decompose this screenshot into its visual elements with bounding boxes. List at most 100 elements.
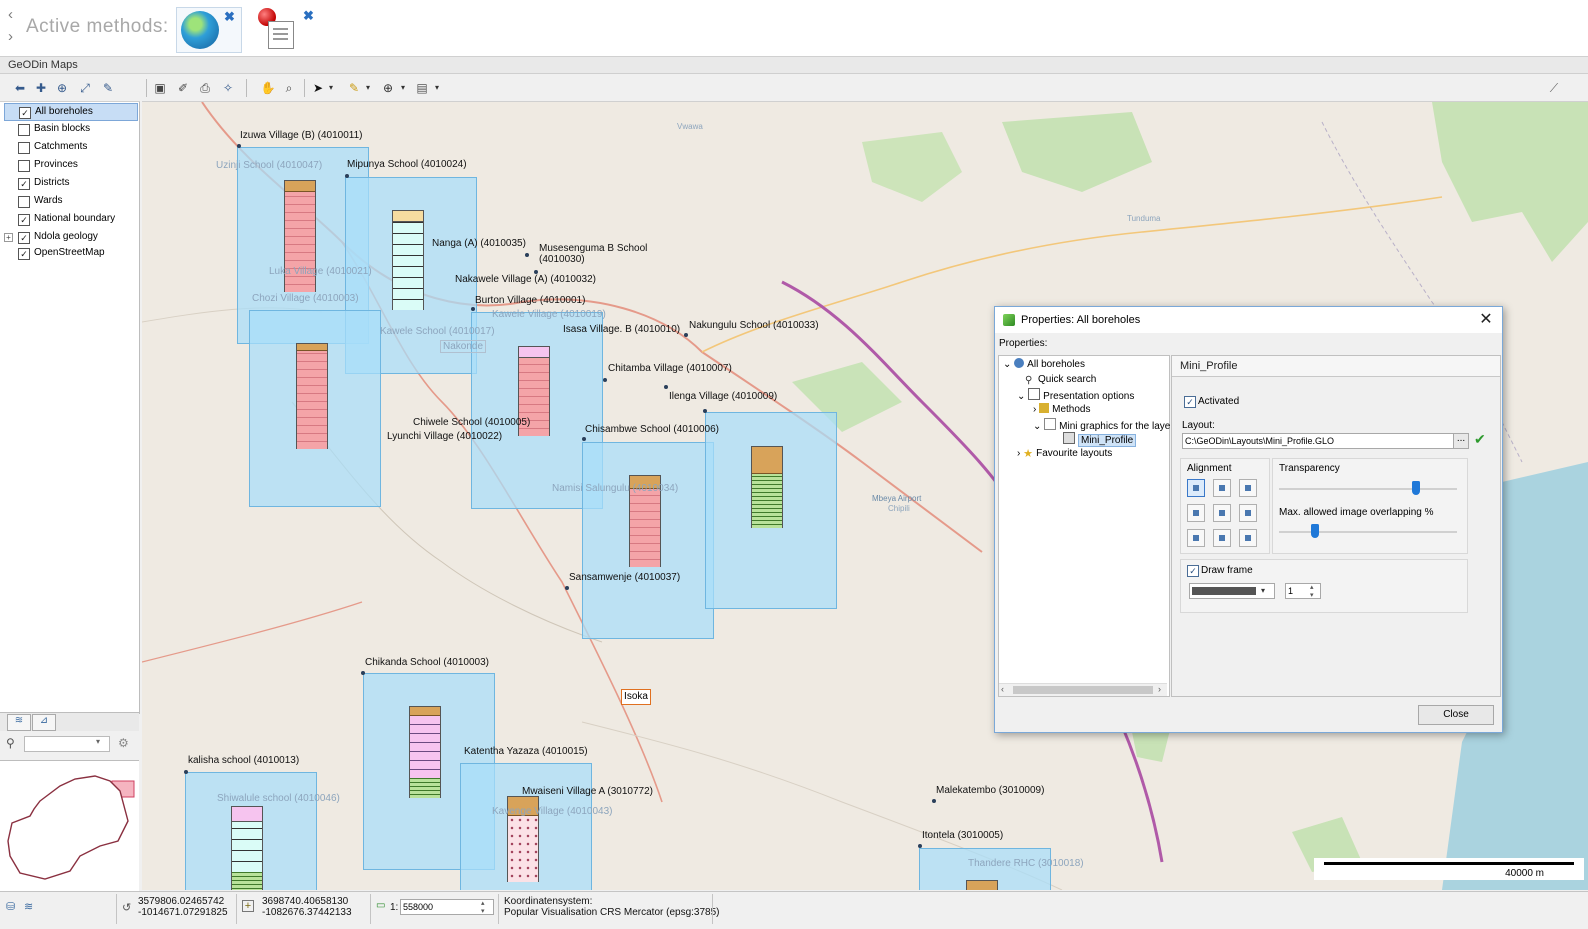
- layer-checkbox[interactable]: ✓: [18, 232, 30, 244]
- overlap-slider[interactable]: [1279, 531, 1457, 533]
- borehole-dot[interactable]: [918, 844, 922, 848]
- pointer-icon[interactable]: ➤: [310, 80, 326, 96]
- stepper-down-icon[interactable]: ▾: [481, 905, 485, 914]
- browse-button[interactable]: ...: [1453, 433, 1469, 449]
- frame-width-stepper[interactable]: 1 ▴ ▾: [1285, 583, 1321, 599]
- add-group-icon[interactable]: ⊕: [54, 80, 70, 96]
- align-middle-left[interactable]: [1187, 504, 1205, 522]
- chevron-down-icon[interactable]: ▾: [432, 80, 442, 96]
- scrollbar-thumb[interactable]: [1013, 686, 1153, 694]
- layout-path-input[interactable]: C:\GeODin\Layouts\Mini_Profile.GLO: [1182, 433, 1456, 449]
- pin-toolbar-icon[interactable]: ⟋: [1546, 80, 1562, 96]
- layer-checkbox[interactable]: ✓: [18, 178, 30, 190]
- align-top-left[interactable]: [1187, 479, 1205, 497]
- stepper-down-icon[interactable]: ▾: [1310, 589, 1314, 598]
- borehole-dot[interactable]: [471, 307, 475, 311]
- close-icon[interactable]: ✖: [303, 8, 314, 24]
- tree-item-all-boreholes[interactable]: ⌄ All boreholes: [1003, 358, 1085, 372]
- save-icon[interactable]: ▣: [152, 80, 168, 96]
- pen-icon[interactable]: ✐: [175, 80, 191, 96]
- legend-tab-icon[interactable]: ⊿: [32, 714, 56, 731]
- layer-item[interactable]: ✓ All boreholes: [4, 103, 138, 121]
- borehole-dot[interactable]: [525, 253, 529, 257]
- borehole-dot[interactable]: [237, 144, 241, 148]
- chevron-down-icon[interactable]: ▾: [398, 80, 408, 96]
- tree-item-quick-search[interactable]: ⚲ Quick search: [1025, 373, 1096, 387]
- borehole-dot[interactable]: [684, 333, 688, 337]
- layer-item[interactable]: + ✓ Ndola geology: [4, 229, 136, 245]
- layer-item[interactable]: Wards: [4, 193, 136, 209]
- borehole-dot[interactable]: [361, 671, 365, 675]
- expand-icon[interactable]: ›: [1033, 404, 1036, 415]
- zoom-icon[interactable]: ⌕: [281, 80, 297, 96]
- scale-input[interactable]: 558000 ▴ ▾: [400, 899, 494, 915]
- chevron-left-icon[interactable]: ‹: [8, 6, 13, 23]
- layer-item[interactable]: Basin blocks: [4, 121, 136, 137]
- back-arrow-icon[interactable]: ⬅: [12, 80, 28, 96]
- tree-item-mini-profile[interactable]: Mini_Profile: [1063, 432, 1137, 447]
- overview-map[interactable]: [0, 760, 139, 891]
- expand-icon[interactable]: ⌄: [1033, 421, 1041, 432]
- align-bottom-right[interactable]: [1239, 529, 1257, 547]
- close-button[interactable]: Close: [1418, 705, 1494, 725]
- pan-icon[interactable]: ✋: [260, 80, 276, 96]
- check-icon[interactable]: ✔: [1474, 431, 1486, 448]
- print-icon[interactable]: ⎙: [197, 80, 213, 96]
- target-icon[interactable]: ✧: [220, 80, 236, 96]
- layer-checkbox[interactable]: [18, 124, 30, 136]
- layers-status-icon[interactable]: ⛁: [6, 900, 15, 913]
- expand-icon[interactable]: ›: [1017, 448, 1020, 459]
- transparency-slider[interactable]: [1279, 488, 1457, 490]
- borehole-dot[interactable]: [932, 799, 936, 803]
- borehole-dot[interactable]: [345, 174, 349, 178]
- chevron-down-icon[interactable]: ▾: [326, 80, 336, 96]
- align-bottom-left[interactable]: [1187, 529, 1205, 547]
- chevron-down-icon[interactable]: ▾: [363, 80, 373, 96]
- close-icon[interactable]: ✕: [1476, 310, 1496, 330]
- method-globe[interactable]: ✖: [176, 7, 242, 53]
- layers-tab-icon[interactable]: ≋: [7, 714, 31, 731]
- overlap-slider-thumb[interactable]: [1310, 524, 1319, 538]
- table-icon[interactable]: ▤: [414, 80, 430, 96]
- borehole-dot[interactable]: [603, 378, 607, 382]
- layer-properties-icon[interactable]: ✎: [100, 80, 116, 96]
- expand-icon[interactable]: ⌄: [1017, 391, 1025, 402]
- align-top-center[interactable]: [1213, 479, 1231, 497]
- tree-item-presentation-options[interactable]: ⌄ Presentation options: [1017, 388, 1134, 402]
- borehole-dot[interactable]: [565, 586, 569, 590]
- draw-frame-checkbox[interactable]: ✓: [1187, 565, 1199, 577]
- chevron-right-icon[interactable]: ›: [8, 28, 13, 45]
- tree-horizontal-scrollbar[interactable]: ‹ ›: [999, 683, 1167, 696]
- method-profile[interactable]: ✖: [254, 7, 314, 51]
- borehole-dot[interactable]: [184, 770, 188, 774]
- layer-checkbox[interactable]: [18, 160, 30, 172]
- layer-checkbox[interactable]: [18, 196, 30, 208]
- borehole-dot[interactable]: [582, 437, 586, 441]
- align-bottom-center[interactable]: [1213, 529, 1231, 547]
- layer-checkbox[interactable]: ✓: [18, 248, 30, 260]
- tree-item-methods[interactable]: › Methods: [1033, 403, 1090, 417]
- chevron-left-icon[interactable]: ‹: [1001, 684, 1004, 694]
- tree-item-mini-graphics[interactable]: ⌄ Mini graphics for the laye: [1033, 418, 1170, 432]
- gear-icon[interactable]: ⚙: [118, 736, 129, 750]
- close-icon[interactable]: ✖: [224, 9, 235, 25]
- transparency-slider-thumb[interactable]: [1412, 481, 1421, 495]
- tree-item-favourite-layouts[interactable]: › ★ Favourite layouts: [1017, 447, 1112, 461]
- frame-color-select[interactable]: ▾: [1189, 583, 1275, 599]
- layer-item[interactable]: Catchments: [4, 139, 136, 155]
- zoom-layer-icon[interactable]: ⤢: [77, 80, 93, 96]
- layer-item[interactable]: ✓ OpenStreetMap: [4, 245, 136, 261]
- chevron-down-icon[interactable]: ▾: [1261, 584, 1265, 598]
- layer-item[interactable]: ✓ Districts: [4, 175, 136, 191]
- layer-item[interactable]: ✓ National boundary: [4, 211, 136, 227]
- chevron-down-icon[interactable]: ▾: [96, 737, 100, 746]
- borehole-dot[interactable]: [664, 385, 668, 389]
- stack-status-icon[interactable]: ≋: [24, 900, 33, 913]
- add-layer-icon[interactable]: ✚: [33, 80, 49, 96]
- layer-item[interactable]: Provinces: [4, 157, 136, 173]
- expand-icon[interactable]: +: [4, 233, 13, 242]
- align-middle-right[interactable]: [1239, 504, 1257, 522]
- crosshair-icon[interactable]: ⊕: [380, 80, 396, 96]
- activated-checkbox[interactable]: ✓: [1184, 396, 1196, 408]
- expand-icon[interactable]: ⌄: [1003, 359, 1011, 370]
